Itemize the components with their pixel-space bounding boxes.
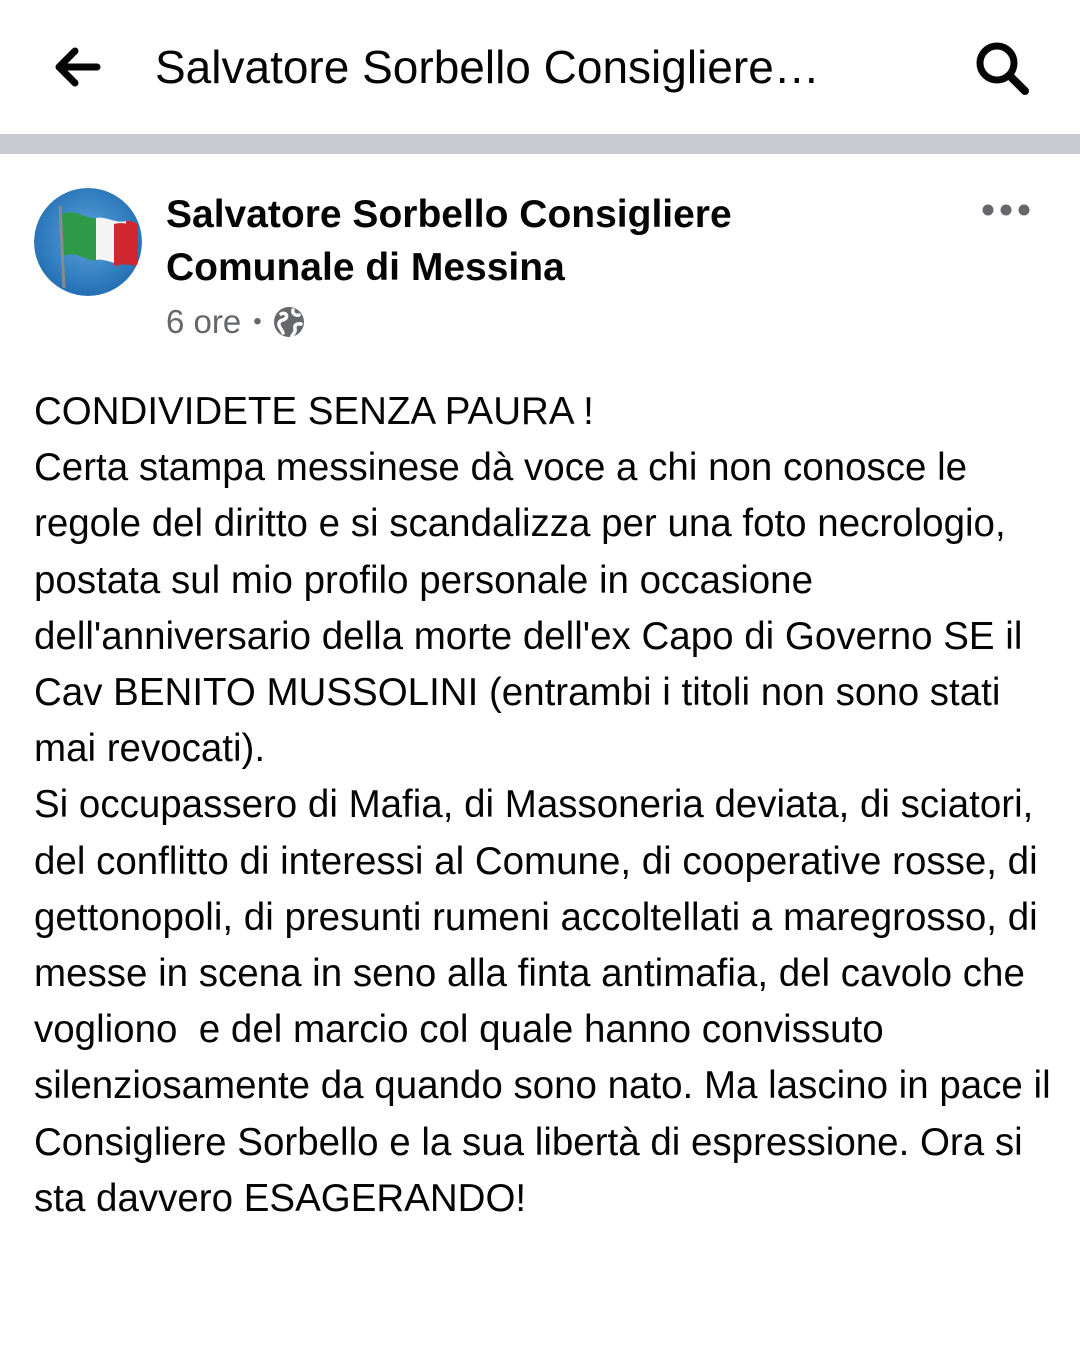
meta-separator: •: [253, 308, 262, 335]
post-options-button[interactable]: [970, 192, 1042, 228]
globe-icon: [273, 307, 304, 338]
post-author-name[interactable]: Salvatore Sorbello Consigliere Comunale …: [166, 188, 866, 294]
section-divider: [0, 134, 1080, 154]
post-header: Salvatore Sorbello Consigliere Comunale …: [0, 154, 1080, 364]
more-horizontal-icon: [982, 204, 1030, 216]
post-meta: 6 ore •: [166, 302, 306, 342]
page-title: Salvatore Sorbello Consigliere…: [155, 41, 820, 93]
post-time[interactable]: 6 ore: [166, 303, 241, 341]
back-button[interactable]: [40, 32, 114, 102]
post-paragraph: CONDIVIDETE SENZA PAURA !: [34, 390, 594, 433]
top-app-bar: Salvatore Sorbello Consigliere…: [0, 0, 1080, 134]
post-text: CONDIVIDETE SENZA PAURA ! Certa stampa m…: [34, 384, 1064, 1227]
italian-flag-avatar: [34, 188, 142, 296]
post-paragraph: Si occupassero di Mafia, di Massoneria d…: [34, 783, 1062, 1220]
search-icon: [976, 42, 1029, 95]
avatar[interactable]: [34, 188, 142, 296]
arrow-left-icon: [55, 47, 101, 87]
search-button[interactable]: [962, 30, 1042, 106]
post-paragraph: Certa stampa messinese dà voce a chi non…: [34, 446, 1034, 771]
